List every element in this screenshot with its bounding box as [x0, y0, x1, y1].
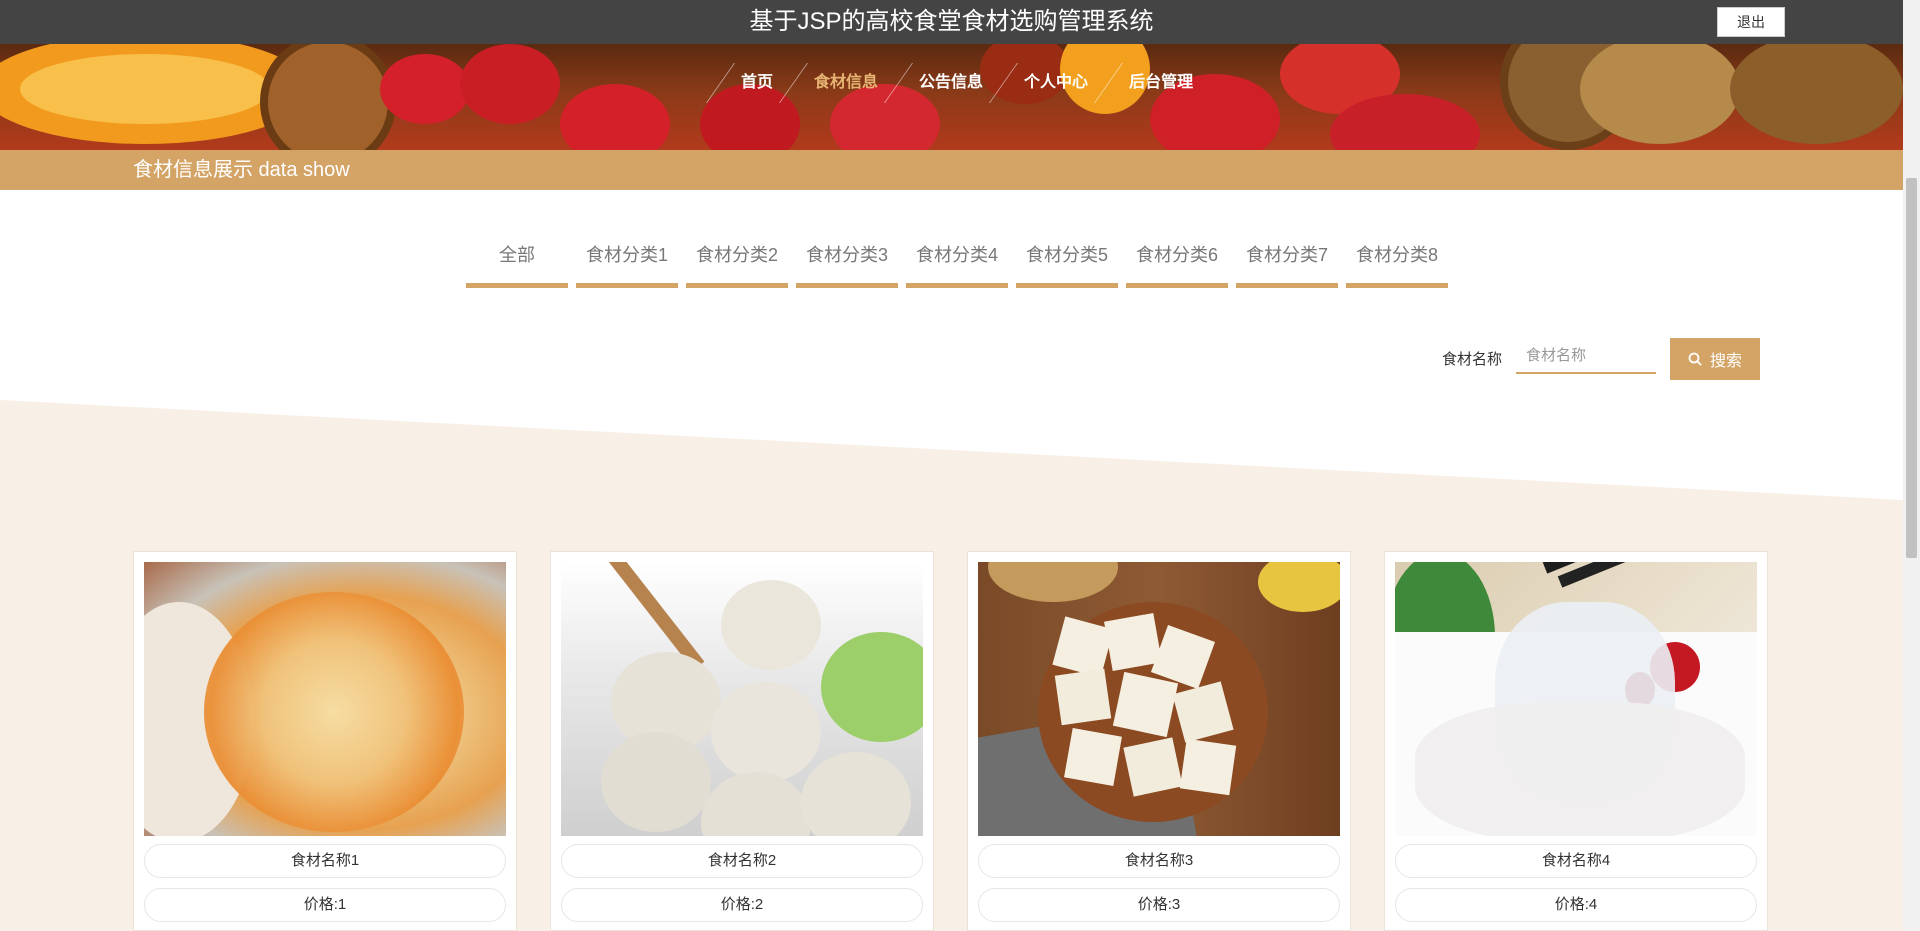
- top-bar: 基于JSP的高校食堂食材选购管理系统 退出: [0, 0, 1903, 44]
- search-button-label: 搜索: [1709, 353, 1742, 370]
- search-label: 食材名称: [1442, 351, 1503, 368]
- nav-item-food-info[interactable]: 食材信息: [794, 60, 898, 106]
- product-image[interactable]: [561, 562, 923, 836]
- main-nav: 首页 食材信息 公告信息 个人中心 后台管理: [705, 60, 1213, 106]
- product-card[interactable]: 食材名称3 价格:3: [967, 551, 1351, 931]
- product-price: 价格:3: [978, 888, 1340, 922]
- product-card[interactable]: 食材名称2 价格:2: [550, 551, 934, 931]
- category-tabs: 全部 食材分类1 食材分类2 食材分类3 食材分类4 食材分类5 食材分类6 食…: [466, 240, 1456, 288]
- product-name: 食材名称4: [1395, 844, 1757, 878]
- product-price: 价格:4: [1395, 888, 1757, 922]
- product-name: 食材名称1: [144, 844, 506, 878]
- system-title: 基于JSP的高校食堂食材选购管理系统: [749, 8, 1154, 35]
- nav-item-personal-center[interactable]: 个人中心: [1004, 60, 1108, 106]
- category-tab-6[interactable]: 食材分类6: [1126, 240, 1228, 288]
- section-title: 食材信息展示 data show: [133, 159, 350, 181]
- product-name: 食材名称2: [561, 844, 923, 878]
- search-icon: [1688, 352, 1702, 366]
- product-card[interactable]: 食材名称1 价格:1: [133, 551, 517, 931]
- product-image[interactable]: [1395, 562, 1757, 836]
- category-tab-8[interactable]: 食材分类8: [1346, 240, 1448, 288]
- scrollbar-thumb[interactable]: [1906, 178, 1917, 558]
- nav-item-announcements[interactable]: 公告信息: [899, 60, 1003, 106]
- category-tab-3[interactable]: 食材分类3: [796, 240, 898, 288]
- nav-item-admin[interactable]: 后台管理: [1109, 60, 1213, 106]
- category-tab-all[interactable]: 全部: [466, 240, 568, 288]
- product-name: 食材名称3: [978, 844, 1340, 878]
- product-card[interactable]: 食材名称4 价格:4: [1384, 551, 1768, 931]
- search-input[interactable]: [1516, 338, 1656, 374]
- section-header: 食材信息展示 data show: [0, 150, 1903, 190]
- product-price: 价格:2: [561, 888, 923, 922]
- product-image[interactable]: [144, 562, 506, 836]
- logout-button[interactable]: 退出: [1717, 7, 1785, 37]
- search-button[interactable]: 搜索: [1670, 338, 1760, 380]
- category-tab-7[interactable]: 食材分类7: [1236, 240, 1338, 288]
- category-tab-5[interactable]: 食材分类5: [1016, 240, 1118, 288]
- category-tab-1[interactable]: 食材分类1: [576, 240, 678, 288]
- product-price: 价格:1: [144, 888, 506, 922]
- category-tab-2[interactable]: 食材分类2: [686, 240, 788, 288]
- category-tab-4[interactable]: 食材分类4: [906, 240, 1008, 288]
- product-image[interactable]: [978, 562, 1340, 836]
